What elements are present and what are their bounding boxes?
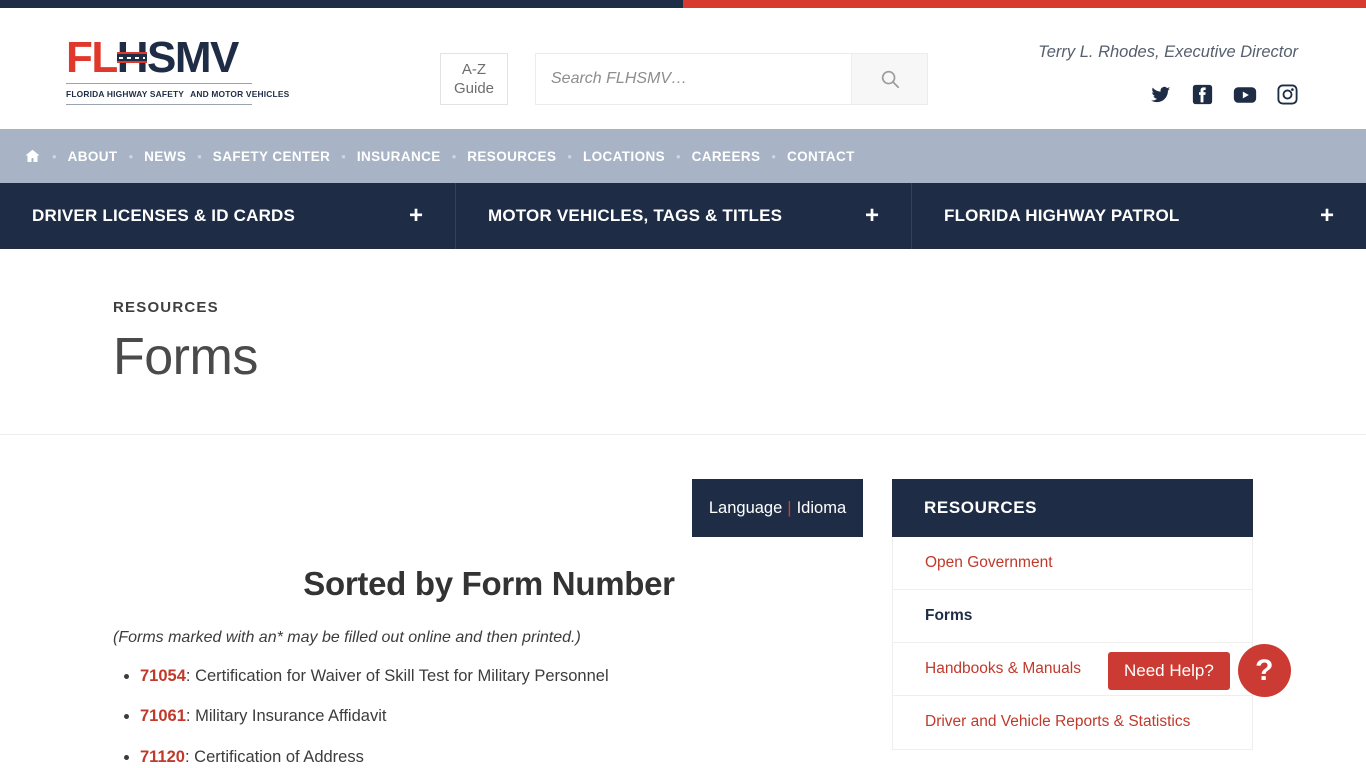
youtube-link[interactable] xyxy=(1233,85,1257,105)
need-help-label[interactable]: Need Help? xyxy=(1108,651,1230,690)
nav-item-contact[interactable]: CONTACT xyxy=(777,149,865,164)
form-colon: : xyxy=(185,707,191,726)
forms-list: 71054: Certification for Waiver of Skill… xyxy=(113,665,865,768)
language-pipe: | xyxy=(787,498,792,517)
nav-home-link[interactable] xyxy=(14,148,51,164)
page-title: Forms xyxy=(113,328,258,386)
nav-item-news[interactable]: NEWS xyxy=(134,149,196,164)
search-submit-button[interactable] xyxy=(851,54,927,104)
top-accent-bar xyxy=(0,0,1366,8)
twitter-icon xyxy=(1151,86,1171,102)
facebook-icon xyxy=(1192,84,1213,105)
search-box xyxy=(535,53,928,105)
form-title: Certification for Waiver of Skill Test f… xyxy=(195,667,609,685)
search-input[interactable] xyxy=(536,54,851,104)
nav-item-careers[interactable]: CAREERS xyxy=(682,149,771,164)
need-help-button[interactable]: ? xyxy=(1237,644,1291,697)
form-number-link[interactable]: 71061 xyxy=(140,707,186,725)
language-toggle-button[interactable]: Language | Idioma xyxy=(692,479,863,537)
top-accent-navy xyxy=(0,0,683,8)
mega-item-highway-patrol[interactable]: FLORIDA HIGHWAY PATROL + xyxy=(912,183,1366,249)
language-label-en: Language xyxy=(708,498,783,517)
breadcrumb: RESOURCES xyxy=(113,299,219,316)
article-note: (Forms marked with an* may be filled out… xyxy=(113,629,581,646)
logo-tagline-right: AND MOTOR VEHICLES xyxy=(190,89,290,99)
nav-item-insurance[interactable]: INSURANCE xyxy=(347,149,451,164)
logo-h-text: H xyxy=(116,36,149,80)
form-number-link[interactable]: 71054 xyxy=(140,667,186,685)
instagram-icon xyxy=(1277,84,1298,105)
article-heading: Sorted by Form Number xyxy=(303,565,675,602)
site-header: FL H SMV FLORIDA HIGHWAY SAFETY AND MOTO… xyxy=(0,8,1366,129)
logo-tagline: FLORIDA HIGHWAY SAFETY AND MOTOR VEHICLE… xyxy=(66,83,289,105)
instagram-link[interactable] xyxy=(1277,84,1298,105)
content-area: Language | Idioma Sorted by Form Number … xyxy=(0,435,1366,766)
primary-navigation: • ABOUT • NEWS • SAFETY CENTER • INSURAN… xyxy=(0,129,1366,183)
nav-item-about[interactable]: ABOUT xyxy=(58,149,128,164)
sidebar-item-driver-vehicle-reports[interactable]: Driver and Vehicle Reports & Statistics xyxy=(893,696,1252,748)
plus-icon: + xyxy=(408,202,423,229)
facebook-link[interactable] xyxy=(1192,84,1213,105)
mega-navigation: DRIVER LICENSES & ID CARDS + MOTOR VEHIC… xyxy=(0,183,1366,249)
top-accent-red xyxy=(683,0,1366,8)
article-body: Sorted by Form Number (Forms marked with… xyxy=(113,565,865,768)
question-mark-icon: ? xyxy=(1255,653,1274,687)
plus-icon: + xyxy=(864,202,879,229)
mega-label-driver-licenses: DRIVER LICENSES & ID CARDS xyxy=(32,206,296,225)
sidebar-heading: RESOURCES xyxy=(892,479,1253,537)
sidebar-item-open-government[interactable]: Open Government xyxy=(893,537,1252,591)
logo-fl-text: FL xyxy=(66,33,118,82)
az-guide-line1: A-Z xyxy=(461,61,487,78)
youtube-icon xyxy=(1233,86,1257,103)
logo-wordmark: FL H SMV xyxy=(66,36,252,80)
list-item: 71054: Certification for Waiver of Skill… xyxy=(140,665,865,687)
mega-label-highway-patrol: FLORIDA HIGHWAY PATROL xyxy=(944,206,1180,225)
executive-director-label: Terry L. Rhodes, Executive Director xyxy=(1038,43,1298,61)
flhsmv-logo[interactable]: FL H SMV FLORIDA HIGHWAY SAFETY AND MOTO… xyxy=(66,36,289,105)
mega-item-driver-licenses[interactable]: DRIVER LICENSES & ID CARDS + xyxy=(0,183,456,249)
az-guide-button[interactable]: A-Z Guide xyxy=(440,53,508,105)
home-icon xyxy=(25,149,40,162)
form-title: Certification of Address xyxy=(194,747,364,766)
resources-sidebar: RESOURCES Open Government Forms Handbook… xyxy=(892,479,1253,750)
mega-item-motor-vehicles[interactable]: MOTOR VEHICLES, TAGS & TITLES + xyxy=(456,183,912,249)
sidebar-item-forms[interactable]: Forms xyxy=(893,590,1252,644)
az-guide-line2: Guide xyxy=(453,80,495,97)
search-icon xyxy=(881,70,899,89)
nav-item-resources[interactable]: RESOURCES xyxy=(457,149,566,164)
nav-item-locations[interactable]: LOCATIONS xyxy=(573,149,675,164)
language-label-es: Idioma xyxy=(796,498,847,517)
nav-item-safety-center[interactable]: SAFETY CENTER xyxy=(203,149,340,164)
list-item: 71061: Military Insurance Affidavit xyxy=(140,705,865,727)
plus-icon: + xyxy=(1319,202,1334,229)
social-links xyxy=(1150,84,1298,105)
logo-smv-text: SMV xyxy=(147,33,239,82)
highway-road-icon xyxy=(116,52,148,63)
form-colon: : xyxy=(184,747,190,766)
form-colon: : xyxy=(185,667,191,685)
logo-tagline-left: FLORIDA HIGHWAY SAFETY xyxy=(66,89,185,99)
need-help-widget: Need Help? ? xyxy=(1108,644,1291,697)
page-hero: RESOURCES Forms xyxy=(0,249,1366,435)
list-item: 71120: Certification of Address xyxy=(140,746,865,768)
twitter-link[interactable] xyxy=(1150,85,1172,105)
form-title: Military Insurance Affidavit xyxy=(195,707,387,726)
mega-label-motor-vehicles: MOTOR VEHICLES, TAGS & TITLES xyxy=(488,206,783,225)
form-number-link[interactable]: 71120 xyxy=(140,748,185,766)
